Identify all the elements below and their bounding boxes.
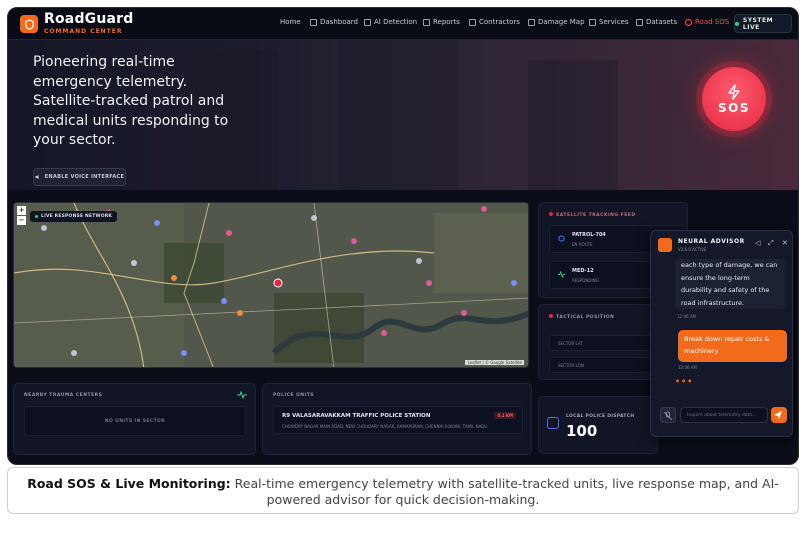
advisor-input[interactable]: Inquire about telemetry data... bbox=[680, 407, 768, 423]
nav-dashboard-label: Dashboard bbox=[320, 18, 358, 26]
tactical-position-label: TACTICAL POSITION bbox=[556, 315, 615, 320]
record-dot-icon bbox=[549, 212, 553, 216]
bot-message: each type of damage, we can ensure the l… bbox=[675, 259, 785, 309]
zoom-out-button[interactable]: − bbox=[17, 216, 26, 225]
speaker-icon bbox=[35, 174, 39, 180]
nav-dashboard[interactable]: Dashboard bbox=[310, 18, 358, 26]
satellite-map[interactable]: + − LIVE RESPONSE NETWORK Leaflet | © Go… bbox=[13, 202, 529, 368]
zoom-in-button[interactable]: + bbox=[17, 206, 26, 215]
figure-caption: Road SOS & Live Monitoring: Real-time em… bbox=[7, 467, 799, 514]
mute-icon[interactable]: ◁ bbox=[755, 239, 760, 247]
system-live-label: SYSTEM LIVE bbox=[742, 16, 774, 31]
bot-timestamp: 12:06 AM bbox=[677, 314, 696, 319]
system-live-badge: SYSTEM LIVE bbox=[734, 14, 792, 33]
nav-road-sos-label: Road SOS bbox=[695, 18, 730, 26]
unit-name: MED-12 bbox=[572, 268, 594, 274]
nav-damage-map-label: Damage Map bbox=[538, 18, 585, 26]
lightning-icon bbox=[728, 83, 740, 100]
satellite-feed-title: SATELLITE TRACKING FEED bbox=[549, 212, 636, 218]
camera-icon bbox=[364, 18, 371, 26]
mic-off-icon bbox=[663, 411, 673, 421]
alert-icon bbox=[685, 18, 692, 26]
map-imagery bbox=[14, 203, 528, 367]
live-dot-icon bbox=[735, 21, 739, 26]
user-timestamp: 12:06 AM bbox=[678, 365, 697, 370]
trauma-centers-title: NEARBY TRAUMA CENTERS bbox=[24, 393, 103, 398]
unit-status: EN ROUTE bbox=[572, 242, 593, 247]
logo-icon[interactable] bbox=[20, 15, 38, 33]
app-window: RoadGuard COMMAND CENTER Home Dashboard … bbox=[7, 7, 799, 465]
station-name: R9 VALASARAVAKKAM TRAFFIC POLICE STATION bbox=[282, 413, 431, 419]
map-icon bbox=[528, 18, 535, 26]
sos-label: SOS bbox=[718, 100, 750, 115]
dispatch-number: 100 bbox=[566, 422, 598, 440]
robot-icon bbox=[658, 238, 672, 252]
nav-datasets-label: Datasets bbox=[646, 18, 678, 26]
nav-contractors-label: Contractors bbox=[479, 18, 520, 26]
distance-badge: 0.1 KM bbox=[494, 412, 516, 419]
nav-reports[interactable]: Reports bbox=[423, 18, 460, 26]
heartbeat-icon bbox=[237, 391, 247, 399]
dispatch-label: LOCAL POLICE DISPATCH bbox=[566, 414, 635, 419]
neural-advisor-panel: NEURAL ADVISOR V2.6.0 ACTIVE ◁ ⤢ ✕ each … bbox=[650, 230, 793, 437]
nav-reports-label: Reports bbox=[433, 18, 460, 26]
police-station-item[interactable]: R9 VALASARAVAKKAM TRAFFIC POLICE STATION… bbox=[273, 406, 523, 434]
station-address: CHOWDRY NAGAR MAIN ROAD, NEW CHOUDARY NA… bbox=[282, 424, 488, 429]
user-message: Break down repair costs & machinery bbox=[678, 330, 787, 362]
police-units-title: POLICE UNITS bbox=[273, 393, 315, 398]
typing-indicator: ••• bbox=[675, 377, 694, 386]
sos-button[interactable]: SOS bbox=[702, 67, 766, 131]
brand-subtitle: COMMAND CENTER bbox=[44, 28, 123, 35]
expand-icon[interactable]: ⤢ bbox=[768, 239, 774, 248]
database-icon bbox=[636, 18, 643, 26]
shield-icon bbox=[547, 417, 559, 429]
grid-icon bbox=[310, 18, 317, 26]
send-icon bbox=[774, 411, 782, 419]
nav-datasets[interactable]: Datasets bbox=[636, 18, 677, 26]
bolt-icon bbox=[589, 18, 596, 26]
background-building bbox=[528, 60, 618, 190]
hero-banner: Pioneering real-time emergency telemetry… bbox=[8, 40, 798, 190]
background-building bbox=[338, 40, 458, 190]
nav-road-sos[interactable]: Road SOS bbox=[685, 18, 729, 26]
nav-ai-detection[interactable]: AI Detection bbox=[364, 18, 417, 26]
crosshair-icon bbox=[549, 314, 553, 318]
enable-voice-label: ENABLE VOICE INTERFACE bbox=[44, 174, 125, 180]
advisor-title: NEURAL ADVISOR bbox=[678, 238, 745, 245]
nav-damage-map[interactable]: Damage Map bbox=[528, 18, 585, 26]
enable-voice-button[interactable]: ENABLE VOICE INTERFACE bbox=[33, 168, 126, 186]
police-dispatch-card[interactable]: LOCAL POLICE DISPATCH 100 bbox=[538, 396, 658, 454]
trauma-empty-state: NO UNITS IN SECTOR bbox=[24, 406, 246, 436]
top-navbar: RoadGuard COMMAND CENTER Home Dashboard … bbox=[8, 8, 798, 40]
tactical-position-title: TACTICAL POSITION bbox=[549, 314, 614, 320]
unit-status: RESPONDING bbox=[572, 278, 599, 283]
satellite-feed-label: SATELLITE TRACKING FEED bbox=[556, 213, 636, 218]
mic-button[interactable] bbox=[660, 407, 676, 423]
brand-name: RoadGuard bbox=[44, 11, 134, 27]
unit-name: PATROL-704 bbox=[572, 232, 606, 238]
nav-ai-detection-label: AI Detection bbox=[374, 18, 418, 26]
nav-home[interactable]: Home bbox=[280, 18, 301, 26]
patrol-icon bbox=[558, 235, 565, 242]
caption-title: Road SOS & Live Monitoring: bbox=[27, 476, 231, 491]
pulse-icon bbox=[558, 271, 565, 278]
trauma-centers-card: NEARBY TRAUMA CENTERS NO UNITS IN SECTOR bbox=[13, 383, 256, 455]
police-units-card: POLICE UNITS R9 VALASARAVAKKAM TRAFFIC P… bbox=[262, 383, 532, 455]
caption-text: Real-time emergency telemetry with satel… bbox=[234, 476, 779, 507]
nav-home-label: Home bbox=[280, 18, 301, 26]
send-button[interactable] bbox=[771, 407, 787, 423]
live-response-tag: LIVE RESPONSE NETWORK bbox=[30, 211, 118, 222]
nav-contractors[interactable]: Contractors bbox=[469, 18, 520, 26]
live-response-label: LIVE RESPONSE NETWORK bbox=[41, 214, 113, 219]
advisor-version: V2.6.0 ACTIVE bbox=[678, 247, 707, 252]
close-icon[interactable]: ✕ bbox=[782, 239, 788, 247]
users-icon bbox=[469, 18, 476, 26]
nav-services[interactable]: Services bbox=[589, 18, 629, 26]
map-attribution[interactable]: Leaflet | © Google Satellite bbox=[465, 360, 524, 365]
nav-services-label: Services bbox=[599, 18, 629, 26]
file-icon bbox=[423, 18, 430, 26]
live-dot-icon bbox=[35, 215, 38, 218]
hero-headline: Pioneering real-time emergency telemetry… bbox=[33, 54, 229, 148]
